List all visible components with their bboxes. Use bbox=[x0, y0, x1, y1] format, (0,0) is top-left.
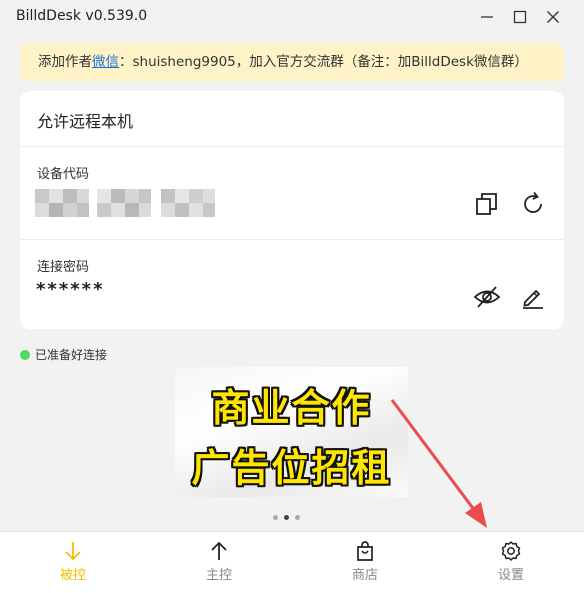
password-value: ****** bbox=[36, 279, 105, 300]
divider bbox=[20, 239, 564, 240]
tab-label: 被控 bbox=[59, 568, 86, 583]
connection-status: 已准备好连接 bbox=[20, 346, 107, 363]
minimize-icon bbox=[481, 16, 493, 18]
status-dot-icon bbox=[20, 350, 30, 360]
close-icon bbox=[547, 11, 559, 23]
carousel-dot[interactable] bbox=[273, 515, 278, 520]
status-text: 已准备好连接 bbox=[35, 348, 108, 362]
maximize-button[interactable] bbox=[507, 6, 533, 28]
arrow-up-icon bbox=[211, 541, 227, 560]
tab-label: 主控 bbox=[205, 568, 232, 583]
device-code-value-blurred bbox=[35, 189, 215, 217]
ad-banner[interactable]: 商业合作 广告位招租 bbox=[175, 367, 408, 497]
toggle-visibility-button[interactable] bbox=[472, 282, 502, 312]
maximize-icon bbox=[513, 10, 527, 24]
window-title: BilldDesk v0.539.0 bbox=[16, 8, 148, 24]
author-notice: 添加作者微信：shuisheng9905，加入官方交流群（备注：加BilldDe… bbox=[20, 43, 564, 81]
device-code-label: 设备代码 bbox=[37, 167, 90, 182]
carousel-dot-active[interactable] bbox=[284, 515, 289, 520]
banner-line-1: 商业合作 bbox=[211, 386, 372, 430]
notice-prefix: 添加作者 bbox=[38, 54, 92, 70]
minimize-button[interactable] bbox=[474, 6, 500, 28]
copy-icon bbox=[476, 193, 497, 215]
title-bar: BilldDesk v0.539.0 bbox=[0, 0, 584, 34]
carousel-indicator bbox=[270, 505, 303, 524]
copy-button[interactable] bbox=[472, 189, 502, 219]
refresh-button[interactable] bbox=[518, 189, 548, 219]
shopping-bag-icon bbox=[357, 541, 373, 561]
password-label: 连接密码 bbox=[37, 260, 90, 275]
edit-password-button[interactable] bbox=[518, 282, 548, 312]
tab-label: 商店 bbox=[351, 568, 378, 583]
carousel-dot[interactable] bbox=[295, 515, 300, 520]
pencil-icon bbox=[523, 289, 543, 309]
close-button[interactable] bbox=[540, 6, 566, 28]
divider bbox=[20, 146, 564, 147]
eye-off-icon bbox=[473, 286, 501, 308]
tab-store[interactable]: 商店 bbox=[325, 532, 405, 593]
card-title: 允许远程本机 bbox=[37, 112, 134, 131]
bottom-navigation: 被控 主控 商店 设置 bbox=[0, 531, 584, 593]
arrow-down-icon bbox=[65, 542, 81, 561]
tab-control[interactable]: 主控 bbox=[179, 532, 259, 593]
notice-suffix: ：shuisheng9905，加入官方交流群（备注：加BilldDesk微信群） bbox=[119, 54, 528, 70]
tab-controlled[interactable]: 被控 bbox=[33, 532, 113, 593]
remote-control-card: 允许远程本机 设备代码 连接密码 ****** bbox=[20, 91, 564, 329]
tab-label: 设置 bbox=[497, 568, 524, 583]
tab-settings[interactable]: 设置 bbox=[471, 532, 551, 593]
gear-icon bbox=[501, 541, 521, 561]
banner-line-2: 广告位招租 bbox=[191, 446, 392, 490]
refresh-icon bbox=[524, 191, 542, 213]
wechat-link[interactable]: 微信 bbox=[92, 54, 119, 70]
